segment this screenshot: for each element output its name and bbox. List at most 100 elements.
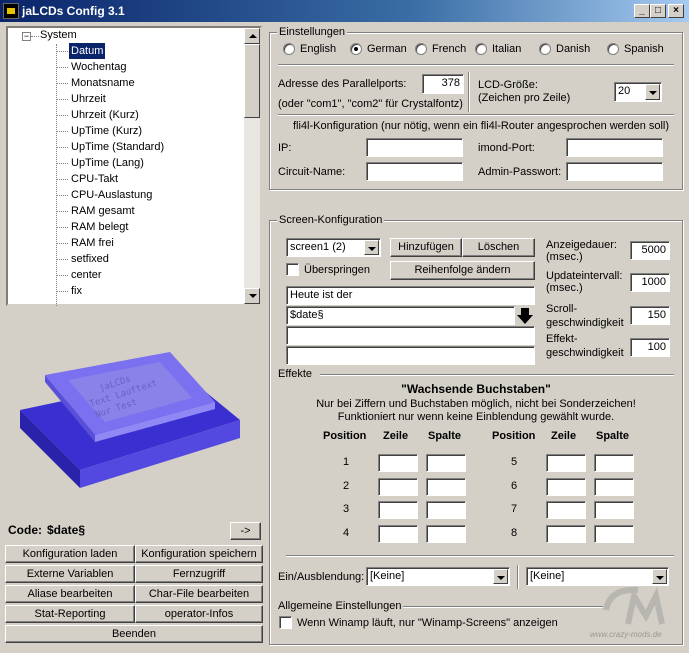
divider bbox=[320, 374, 674, 376]
effect-heading: "Wachsende Buchstaben" bbox=[401, 382, 551, 396]
circuit-name-input[interactable] bbox=[366, 162, 463, 181]
effect-spalte-input[interactable] bbox=[426, 478, 466, 496]
reorder-button[interactable]: Reihenfolge ändern bbox=[390, 261, 535, 280]
line-input-3[interactable] bbox=[286, 326, 535, 345]
effect-speed-input[interactable]: 100 bbox=[630, 338, 670, 357]
imond-port-input[interactable] bbox=[566, 138, 663, 157]
effect-zeile-input[interactable] bbox=[378, 501, 418, 519]
general-settings-title: Allgemeine Einstellungen bbox=[278, 600, 402, 612]
quit-button[interactable]: Beenden bbox=[5, 625, 263, 643]
tree-item[interactable]: fix bbox=[69, 283, 84, 299]
tree-collapse-icon[interactable]: − bbox=[22, 32, 31, 41]
tree-item[interactable]: CPU-Auslastung bbox=[69, 187, 154, 203]
arrow-down-icon[interactable] bbox=[516, 307, 534, 325]
radio-french[interactable] bbox=[415, 43, 427, 55]
close-button[interactable]: × bbox=[668, 4, 684, 18]
watermark-text: www.crazy-mods.de bbox=[590, 630, 662, 639]
edit-aliases-button[interactable]: Aliase bearbeiten bbox=[5, 585, 135, 603]
scroll-speed-label-1: Scroll- bbox=[546, 303, 578, 315]
tree-scrollbar[interactable] bbox=[244, 28, 260, 304]
skip-checkbox[interactable] bbox=[286, 263, 299, 276]
edit-charfile-button[interactable]: Char-File bearbeiten bbox=[135, 585, 263, 603]
position-number: 4 bbox=[343, 527, 350, 539]
effect-zeile-input[interactable] bbox=[546, 525, 586, 543]
line-input-4[interactable] bbox=[286, 346, 535, 365]
tree-item[interactable]: UpTime (Standard) bbox=[69, 139, 166, 155]
save-config-button[interactable]: Konfiguration speichern bbox=[135, 545, 263, 563]
chevron-down-icon[interactable] bbox=[493, 569, 508, 584]
display-duration-input[interactable]: 5000 bbox=[630, 241, 670, 260]
admin-password-input[interactable] bbox=[566, 162, 663, 181]
effect-spalte-input[interactable] bbox=[594, 501, 634, 519]
tree-item[interactable]: RAM gesamt bbox=[69, 203, 137, 219]
effect-zeile-input[interactable] bbox=[546, 454, 586, 472]
chevron-down-icon[interactable] bbox=[364, 240, 379, 255]
effect-zeile-input[interactable] bbox=[546, 501, 586, 519]
minimize-button[interactable]: _ bbox=[634, 4, 650, 18]
tree-item[interactable]: Monatsname bbox=[69, 75, 137, 91]
update-interval-input[interactable]: 1000 bbox=[630, 273, 670, 292]
effect-spalte-input[interactable] bbox=[426, 454, 466, 472]
col-spalte-right: Spalte bbox=[596, 430, 630, 442]
insert-code-button[interactable]: -> bbox=[230, 522, 261, 540]
lcd-size-select[interactable]: 20 bbox=[614, 82, 662, 102]
ip-input[interactable] bbox=[366, 138, 463, 157]
tree-item[interactable]: UpTime (Lang) bbox=[69, 155, 146, 171]
tree-item[interactable]: center bbox=[69, 267, 104, 283]
variable-tree[interactable]: − System Datum Wochentag Monatsname Uhrz… bbox=[6, 26, 262, 306]
screen-select[interactable]: screen1 (2) bbox=[286, 238, 381, 257]
title-bar[interactable]: jaLCDs Config 3.1 _ □ × bbox=[0, 0, 689, 22]
tree-item[interactable]: CPU-Takt bbox=[69, 171, 120, 187]
load-config-button[interactable]: Konfiguration laden bbox=[5, 545, 135, 563]
line-input-2[interactable]: $date§ bbox=[286, 306, 515, 325]
tree-item[interactable]: Wochentag bbox=[69, 59, 128, 75]
fade-in-select[interactable]: [Keine] bbox=[366, 567, 510, 586]
tree-item[interactable]: Uhrzeit bbox=[69, 91, 108, 107]
scroll-speed-input[interactable]: 150 bbox=[630, 306, 670, 325]
effect-zeile-input[interactable] bbox=[378, 454, 418, 472]
radio-spanish[interactable] bbox=[607, 43, 619, 55]
add-screen-button[interactable]: Hinzufügen bbox=[390, 238, 462, 257]
effect-zeile-input[interactable] bbox=[378, 525, 418, 543]
screen-config-title: Screen-Konfiguration bbox=[277, 214, 385, 226]
winamp-checkbox[interactable] bbox=[279, 616, 292, 629]
scroll-down-icon[interactable] bbox=[244, 288, 260, 304]
effect-spalte-input[interactable] bbox=[426, 501, 466, 519]
remote-access-button[interactable]: Fernzugriff bbox=[135, 565, 263, 583]
tree-root-system[interactable]: System bbox=[40, 29, 77, 41]
divider bbox=[278, 114, 674, 116]
tree-item[interactable]: Datum bbox=[67, 42, 107, 60]
radio-english[interactable] bbox=[283, 43, 295, 55]
tree-item[interactable]: setfixed bbox=[69, 251, 111, 267]
line-input-1[interactable]: Heute ist der bbox=[286, 286, 535, 305]
effect-zeile-input[interactable] bbox=[546, 478, 586, 496]
effect-spalte-input[interactable] bbox=[426, 525, 466, 543]
radio-german[interactable] bbox=[350, 43, 362, 55]
scroll-up-icon[interactable] bbox=[244, 28, 260, 44]
external-vars-button[interactable]: Externe Variablen bbox=[5, 565, 135, 583]
tree-item[interactable]: Uhrzeit (Kurz) bbox=[69, 107, 141, 123]
parallel-port-hint: (oder "com1", "com2" für Crystalfontz) bbox=[278, 98, 463, 110]
operator-infos-button[interactable]: operator-Infos bbox=[135, 605, 263, 623]
delete-screen-button[interactable]: Löschen bbox=[462, 238, 535, 257]
tree-connector bbox=[31, 36, 39, 37]
position-number: 2 bbox=[343, 480, 350, 492]
tree-item[interactable]: RAM frei bbox=[69, 235, 116, 251]
effect-zeile-input[interactable] bbox=[378, 478, 418, 496]
tree-item[interactable]: UpTime (Kurz) bbox=[69, 123, 144, 139]
effect-spalte-input[interactable] bbox=[594, 478, 634, 496]
stat-reporting-button[interactable]: Stat-Reporting bbox=[5, 605, 135, 623]
maximize-button[interactable]: □ bbox=[650, 4, 666, 18]
chevron-down-icon[interactable] bbox=[645, 84, 660, 100]
position-number: 5 bbox=[511, 456, 518, 468]
effect-desc-2: Funktioniert nur wenn keine Einblendung … bbox=[337, 411, 615, 423]
lcd-size-value: 20 bbox=[618, 85, 631, 97]
radio-danish[interactable] bbox=[539, 43, 551, 55]
effect-spalte-input[interactable] bbox=[594, 454, 634, 472]
radio-italian[interactable] bbox=[475, 43, 487, 55]
tree-item[interactable]: RAM belegt bbox=[69, 219, 130, 235]
parallel-port-input[interactable]: 378 bbox=[422, 74, 464, 94]
effect-spalte-input[interactable] bbox=[594, 525, 634, 543]
code-label: Code: bbox=[8, 523, 42, 537]
scroll-thumb[interactable] bbox=[244, 44, 260, 118]
